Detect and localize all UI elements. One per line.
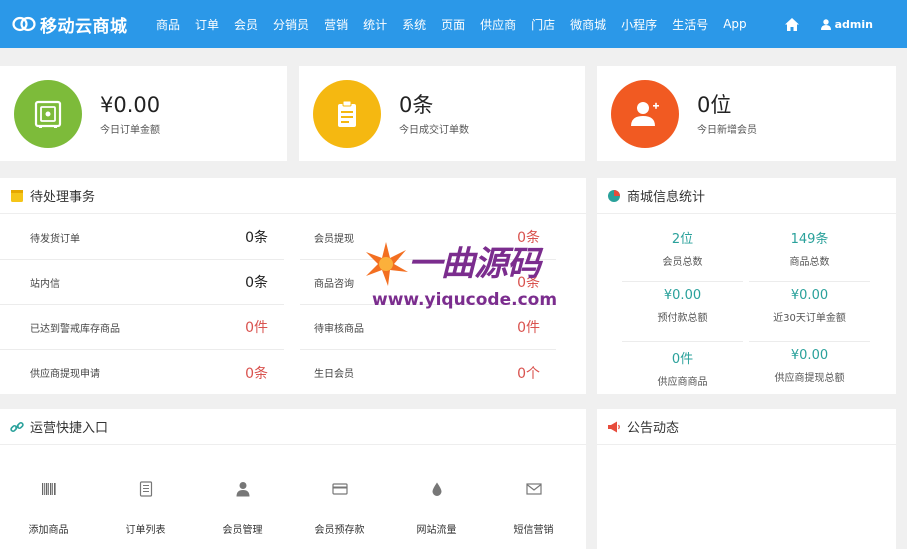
pie-chart-icon xyxy=(608,189,620,202)
mall-stat[interactable]: ¥0.00 预付款总额 xyxy=(622,282,743,342)
main-nav: 商品 订单 会员 分销员 营销 统计 系统 页面 供应商 门店 微商城 小程序 … xyxy=(156,16,762,33)
quick-sms-marketing[interactable]: 短信营销 xyxy=(485,481,582,536)
stat-icon-circle xyxy=(611,79,679,148)
card-icon xyxy=(331,483,348,495)
panel-header: 运营快捷入口 xyxy=(0,409,586,445)
panel-header: 商城信息统计 xyxy=(597,178,896,214)
pending-item[interactable]: 生日会员 0个 xyxy=(300,350,556,395)
megaphone-icon xyxy=(608,421,620,432)
stat-label: 今日新增会员 xyxy=(697,125,757,136)
mail-icon xyxy=(525,483,542,495)
nav-item-distributors[interactable]: 分销员 xyxy=(273,16,309,33)
list-icon xyxy=(139,481,152,497)
safe-icon xyxy=(34,100,62,128)
pending-item[interactable]: 已达到警戒库存商品 0件 xyxy=(0,305,284,350)
user-menu[interactable]: admin xyxy=(820,17,873,31)
user-icon xyxy=(236,482,249,497)
nav-item-wechat-mall[interactable]: 微商城 xyxy=(570,16,606,33)
quick-label: 订单列表 xyxy=(125,525,166,536)
quick-member-deposit[interactable]: 会员预存款 xyxy=(291,481,388,536)
stat-card-order-count: 0条 今日成交订单数 xyxy=(299,66,585,161)
user-add-icon xyxy=(631,101,659,126)
stat-label: 今日订单金额 xyxy=(100,125,160,136)
watermark-url: www.yiqucode.com xyxy=(372,290,558,310)
quick-entry-panel: 运营快捷入口 添加商品 订单列表 会员管理 会员预存款 网站流量 短信营销 xyxy=(0,409,586,549)
username: admin xyxy=(834,17,873,31)
quick-add-goods[interactable]: 添加商品 xyxy=(0,481,97,536)
quick-site-traffic[interactable]: 网站流量 xyxy=(388,481,485,536)
mall-info-panel: 商城信息统计 2位 会员总数 149条 商品总数 ¥0.00 预付款总额 ¥0.00 近… xyxy=(597,178,896,394)
clipboard-icon xyxy=(338,100,356,127)
drop-icon xyxy=(432,482,441,496)
stat-card-new-members: 0位 今日新增会员 xyxy=(597,66,896,161)
link-icon xyxy=(10,421,24,432)
panel-header: 公告动态 xyxy=(597,409,896,445)
nav-item-app[interactable]: App xyxy=(723,17,746,31)
nav-item-pages[interactable]: 页面 xyxy=(441,16,465,33)
brand-name: 移动云商城 xyxy=(40,16,128,37)
nav-item-life-account[interactable]: 生活号 xyxy=(672,16,708,33)
barcode-icon xyxy=(41,483,56,495)
quick-label: 会员管理 xyxy=(222,525,263,536)
nav-item-mini-program[interactable]: 小程序 xyxy=(621,16,657,33)
mall-stat[interactable]: 0件 供应商商品 xyxy=(622,342,743,402)
quick-label: 网站流量 xyxy=(416,525,457,536)
quick-entry-list: 添加商品 订单列表 会员管理 会员预存款 网站流量 短信营销 xyxy=(0,481,586,536)
mall-stat[interactable]: 149条 商品总数 xyxy=(749,222,870,282)
pending-item[interactable]: 供应商提现申请 0条 xyxy=(0,350,284,395)
stat-value: 0条 xyxy=(399,93,434,117)
nav-item-system[interactable]: 系统 xyxy=(402,16,426,33)
cloud-logo-icon xyxy=(12,16,36,32)
nav-item-members[interactable]: 会员 xyxy=(234,16,258,33)
top-right-tools: admin xyxy=(784,0,907,48)
quick-label: 会员预存款 xyxy=(314,525,365,536)
stat-value: 0位 xyxy=(697,93,732,117)
mall-stat[interactable]: ¥0.00 近30天订单金额 xyxy=(749,282,870,342)
panel-title: 待处理事务 xyxy=(30,190,96,205)
quick-label: 添加商品 xyxy=(28,525,69,536)
mall-stat[interactable]: ¥0.00 供应商提现总额 xyxy=(749,342,870,402)
brand[interactable]: 移动云商城 xyxy=(0,12,150,37)
user-icon xyxy=(820,18,831,30)
pending-item[interactable]: 待发货订单 0条 xyxy=(0,215,284,260)
nav-item-stores[interactable]: 门店 xyxy=(531,16,555,33)
stat-card-order-amount: ¥0.00 今日订单金额 xyxy=(0,66,287,161)
stat-label: 今日成交订单数 xyxy=(399,125,469,136)
panel-title: 运营快捷入口 xyxy=(30,421,109,436)
starburst-logo-icon xyxy=(366,242,408,286)
nav-item-goods[interactable]: 商品 xyxy=(156,16,180,33)
watermark: 一曲源码 www.yiqucode.com xyxy=(362,232,582,312)
quick-member-manage[interactable]: 会员管理 xyxy=(194,481,291,536)
panel-title: 商城信息统计 xyxy=(627,190,706,205)
notice-panel: 公告动态 xyxy=(597,409,896,549)
mall-stats-grid: 2位 会员总数 149条 商品总数 ¥0.00 预付款总额 ¥0.00 近30天订单金额… xyxy=(619,222,873,402)
note-icon xyxy=(11,189,23,202)
panel-title: 公告动态 xyxy=(627,421,680,436)
stat-icon-circle xyxy=(14,79,82,148)
quick-label: 短信营销 xyxy=(513,525,554,536)
nav-item-suppliers[interactable]: 供应商 xyxy=(480,16,516,33)
mall-stat[interactable]: 2位 会员总数 xyxy=(622,222,743,282)
nav-item-orders[interactable]: 订单 xyxy=(195,16,219,33)
stat-value: ¥0.00 xyxy=(100,93,161,117)
quick-order-list[interactable]: 订单列表 xyxy=(97,481,194,536)
nav-item-marketing[interactable]: 营销 xyxy=(324,16,348,33)
watermark-title: 一曲源码 xyxy=(408,244,541,284)
home-icon[interactable] xyxy=(784,17,799,31)
top-navbar: 移动云商城 商品 订单 会员 分销员 营销 统计 系统 页面 供应商 门店 微商… xyxy=(0,0,907,48)
panel-header: 待处理事务 xyxy=(0,178,586,214)
pending-item[interactable]: 站内信 0条 xyxy=(0,260,284,305)
stat-icon-circle xyxy=(313,79,381,148)
nav-item-statistics[interactable]: 统计 xyxy=(363,16,387,33)
